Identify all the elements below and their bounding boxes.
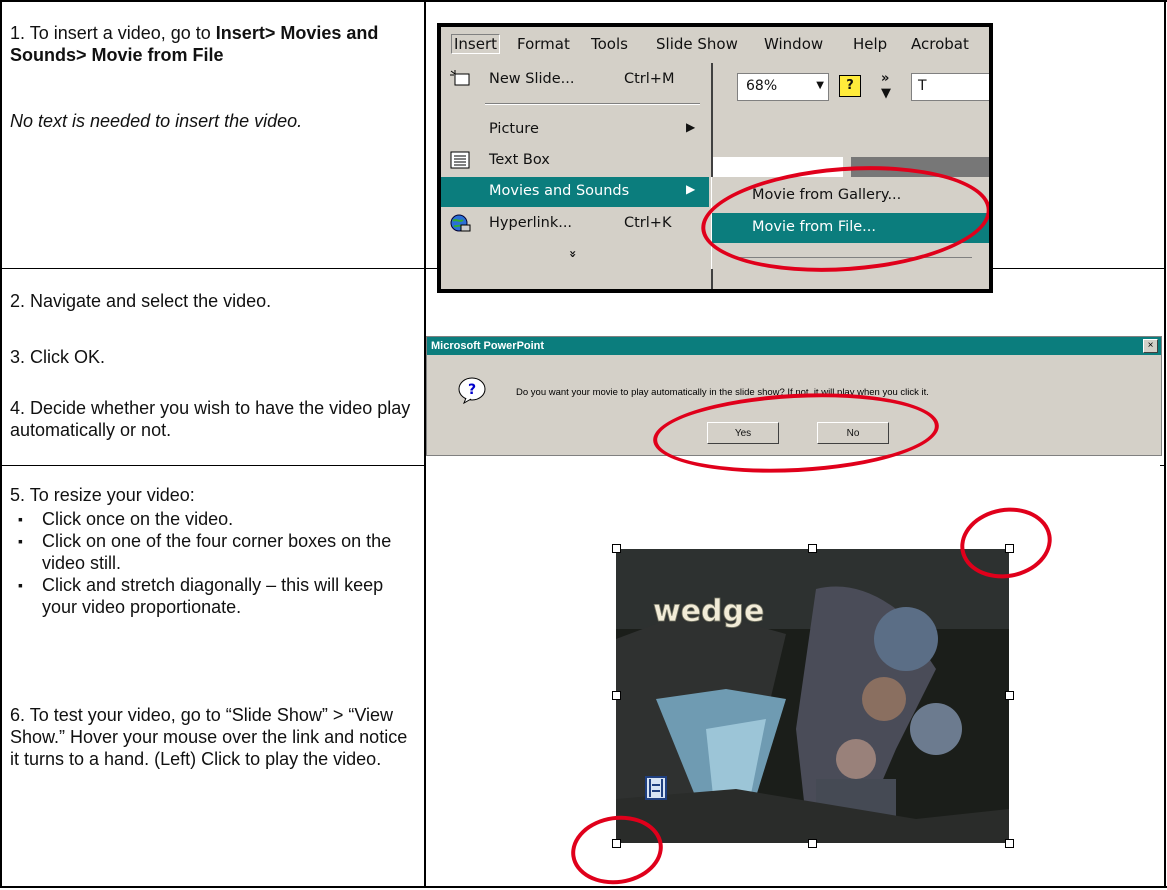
menu-item-picture[interactable]: Picture ▶ (441, 115, 709, 145)
step-2-text: 2. Navigate and select the video. (10, 291, 272, 311)
menu-format[interactable]: Format (517, 35, 570, 53)
resize-handle-bottom-right[interactable] (1005, 839, 1014, 848)
step-1-note: No text is needed to insert the video. (10, 110, 370, 132)
resize-handle-bottom[interactable] (808, 839, 817, 848)
toolbar-overflow-icon[interactable]: » ▼ (881, 71, 891, 101)
powerpoint-dialog: Microsoft PowerPoint × ? Do you want you… (426, 336, 1162, 480)
step-1: 1. To insert a video, go to Insert> Movi… (10, 22, 410, 66)
resize-handle-top[interactable] (808, 544, 817, 553)
question-icon: ? (458, 377, 486, 404)
insert-dropdown: New Slide... Ctrl+M Picture ▶ Text Box M… (441, 63, 713, 289)
help-icon[interactable]: ? (839, 75, 861, 97)
chevron-down-icon: ▼ (816, 80, 824, 91)
video-selection[interactable]: wedge (612, 544, 1014, 848)
step-2: 2. Navigate and select the video. (10, 290, 410, 312)
menu-help[interactable]: Help (853, 35, 887, 53)
font-combo[interactable]: T (911, 73, 989, 101)
table-row-divider-2 (0, 465, 426, 466)
submenu-arrow-icon: ▶ (686, 120, 696, 134)
step-5-bullets: Click once on the video. Click on one of… (10, 508, 410, 618)
menu-item-label: Movies and Sounds (489, 183, 630, 199)
step-5-bullet: Click on one of the four corner boxes on… (10, 530, 410, 574)
step-6: 6. To test your video, go to “Slide Show… (10, 704, 410, 770)
resize-handle-left[interactable] (612, 691, 621, 700)
expand-menu-icon[interactable]: » (566, 250, 580, 258)
resize-handle-right[interactable] (1005, 691, 1014, 700)
menu-slide-show[interactable]: Slide Show (656, 35, 738, 53)
hyperlink-globe-icon (450, 214, 471, 232)
video-caption: wedge (653, 594, 764, 629)
step-5-bullet: Click and stretch diagonally – this will… (10, 574, 410, 618)
video-still-image: wedge (616, 549, 1009, 843)
table-left-border (0, 0, 2, 888)
close-icon[interactable]: × (1143, 339, 1158, 353)
table-row-divider-2-right (1160, 465, 1166, 466)
dialog-title: Microsoft PowerPoint (427, 337, 1161, 355)
menu-item-shortcut: Ctrl+M (624, 71, 675, 87)
step-6-text: 6. To test your video, go to “Slide Show… (10, 705, 408, 769)
menu-item-label: Text Box (489, 152, 550, 168)
menu-item-label: Hyperlink... (489, 215, 573, 231)
table-top-border (0, 0, 1167, 2)
resize-handle-top-left[interactable] (612, 544, 621, 553)
step-1-note-text: No text is needed to insert the video. (10, 111, 303, 131)
menu-item-text-box[interactable]: Text Box (441, 146, 709, 176)
menu-item-hyperlink[interactable]: Hyperlink... Ctrl+K (441, 209, 709, 239)
menu-window[interactable]: Window (764, 35, 823, 53)
menu-item-label: Picture (489, 121, 539, 137)
zoom-combo[interactable]: 68% ▼ (737, 73, 829, 101)
step-3: 3. Click OK. (10, 346, 410, 368)
menu-tools[interactable]: Tools (591, 35, 628, 53)
table-right-border (1164, 0, 1166, 888)
text-box-icon (450, 151, 470, 169)
menu-insert[interactable]: Insert (451, 34, 501, 54)
step-5-text: 5. To resize your video: (10, 485, 195, 505)
font-combo-value: T (918, 78, 927, 94)
menu-separator (485, 103, 700, 105)
zoom-value: 68% (746, 78, 778, 94)
insert-menu-screenshot: Insert Format Tools Slide Show Window He… (437, 23, 993, 293)
menu-item-new-slide[interactable]: New Slide... Ctrl+M (441, 65, 709, 95)
menu-item-movies-and-sounds[interactable]: Movies and Sounds ▶ (441, 177, 709, 207)
table-row-divider-right (993, 268, 1165, 269)
step-3-text: 3. Click OK. (10, 347, 106, 367)
video-still[interactable]: wedge (616, 549, 1009, 843)
menu-item-shortcut: Ctrl+K (624, 215, 672, 231)
menu-bar: Insert Format Tools Slide Show Window He… (441, 27, 989, 63)
table-row-divider (0, 268, 437, 269)
step-4-text: 4. Decide whether you wish to have the v… (10, 398, 411, 440)
new-slide-icon (450, 70, 470, 86)
step-1-text: 1. To insert a video, go to (10, 23, 216, 43)
menu-item-label: New Slide... (489, 71, 575, 87)
menu-acrobat[interactable]: Acrobat (911, 35, 969, 53)
step-4: 4. Decide whether you wish to have the v… (10, 397, 415, 441)
svg-text:?: ? (468, 382, 476, 398)
step-5-bullet: Click once on the video. (10, 508, 410, 530)
submenu-arrow-icon: ▶ (686, 182, 696, 196)
step-5: 5. To resize your video: Click once on t… (10, 484, 410, 618)
